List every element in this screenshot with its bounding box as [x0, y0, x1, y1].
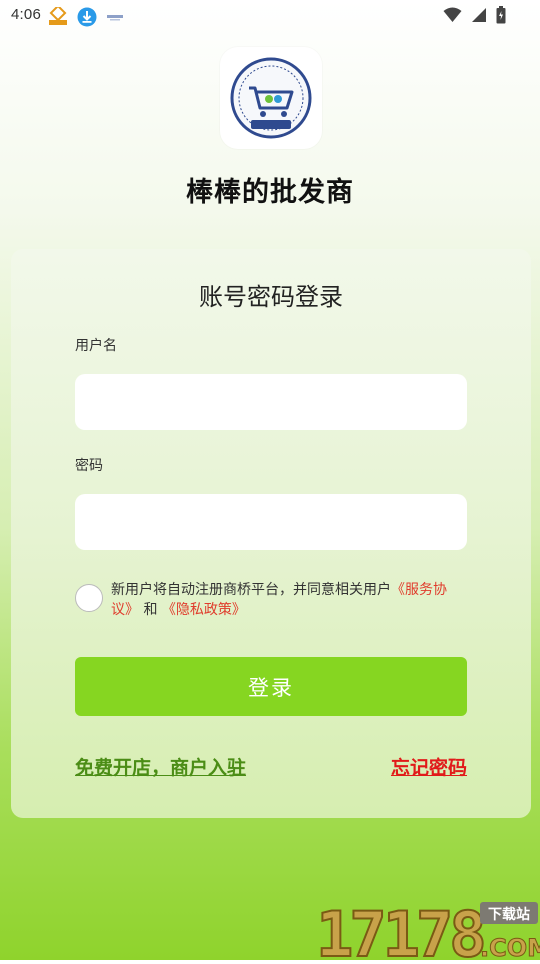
login-card: 账号密码登录 用户名 密码 新用户将自动注册商桥平台，并同意相关用户《服务协议》… [11, 249, 531, 818]
battery-icon [496, 6, 506, 28]
signal-icon [471, 7, 487, 27]
agreement-prefix: 新用户将自动注册商桥平台，并同意相关用户 [111, 582, 391, 598]
open-store-link[interactable]: 免费开店，商户入驻 [75, 753, 246, 780]
forgot-password-link[interactable]: 忘记密码 [391, 753, 467, 780]
svg-text:.COM: .COM [480, 934, 540, 960]
password-label: 密码 [75, 458, 103, 474]
password-input[interactable] [75, 494, 467, 550]
privacy-policy-link[interactable]: 《隐私政策》 [162, 602, 246, 618]
status-bar: 4:06 [0, 0, 540, 32]
cart-logo-icon [230, 57, 312, 139]
username-label: 用户名 [75, 338, 117, 354]
system-status-icons [443, 6, 506, 28]
svg-text:17178: 17178 [316, 898, 483, 960]
app-title: 棒棒的批发商 [186, 177, 354, 208]
svg-text:下载站: 下载站 [488, 906, 530, 923]
login-button[interactable]: 登录 [75, 657, 467, 716]
wifi-icon [443, 7, 462, 27]
app-logo [220, 47, 322, 149]
agreement-checkbox[interactable] [75, 584, 103, 612]
download-icon [77, 7, 97, 27]
watermark-logo: 17178 下载站 .COM [314, 897, 540, 964]
login-heading: 账号密码登录 [199, 283, 343, 311]
status-time: 4:06 [11, 6, 41, 23]
small-app-icon [106, 7, 124, 25]
app-notification-icon [47, 4, 67, 25]
agreement-and: 和 [143, 602, 158, 618]
agreement-text: 新用户将自动注册商桥平台，并同意相关用户《服务协议》 和 《隐私政策》 [111, 580, 471, 620]
username-input[interactable] [75, 374, 467, 430]
